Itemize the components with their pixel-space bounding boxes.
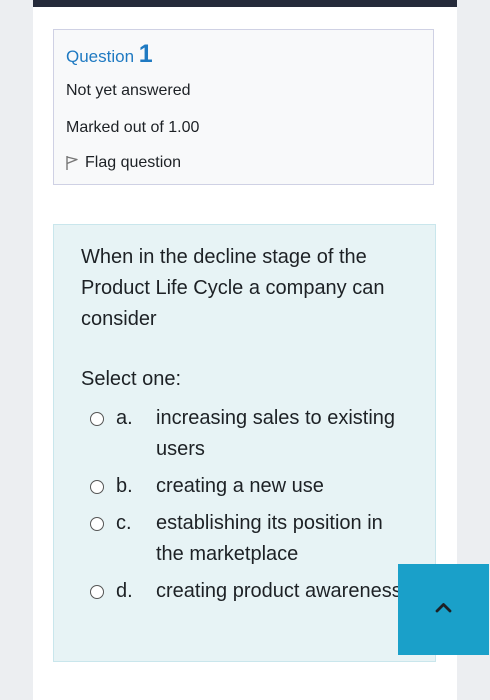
answer-text[interactable]: increasing sales to existing users [156,403,416,465]
question-grade: Marked out of 1.00 [66,119,200,136]
flag-question-link[interactable]: Flag question [65,154,181,172]
radio-button-a[interactable] [90,412,104,426]
radio-button-c[interactable] [90,517,104,531]
select-one-prompt: Select one: [81,368,182,390]
answer-letter: c. [116,512,132,534]
question-content: When in the decline stage of the Product… [53,224,436,662]
answer-option-c[interactable]: c. establishing its position in the mark… [90,508,430,570]
question-number: Question 1 [66,40,153,69]
answer-text[interactable]: creating a new use [156,471,416,502]
answer-options: a. increasing sales to existing users b.… [90,403,430,613]
answer-option-b[interactable]: b. creating a new use [90,471,430,502]
answer-text[interactable]: establishing its position in the marketp… [156,508,416,570]
question-state: Not yet answered [66,82,191,99]
answer-letter: d. [116,580,133,602]
chevron-up-icon [435,603,452,613]
answer-text[interactable]: creating product awareness [156,576,416,607]
question-number-value: 1 [138,40,153,68]
question-info: Question 1 Not yet answered Marked out o… [53,29,434,185]
answer-letter: a. [116,407,133,429]
question-label: Question [66,47,135,66]
radio-button-b[interactable] [90,480,104,494]
flag-question-label: Flag question [85,154,182,171]
question-text: When in the decline stage of the Product… [81,246,385,330]
answer-option-d[interactable]: d. creating product awareness [90,576,430,607]
top-bar [33,0,457,7]
back-to-top-button[interactable] [398,564,489,655]
flag-icon [65,155,79,171]
answer-option-a[interactable]: a. increasing sales to existing users [90,403,430,465]
answer-letter: b. [116,475,133,497]
radio-button-d[interactable] [90,585,104,599]
